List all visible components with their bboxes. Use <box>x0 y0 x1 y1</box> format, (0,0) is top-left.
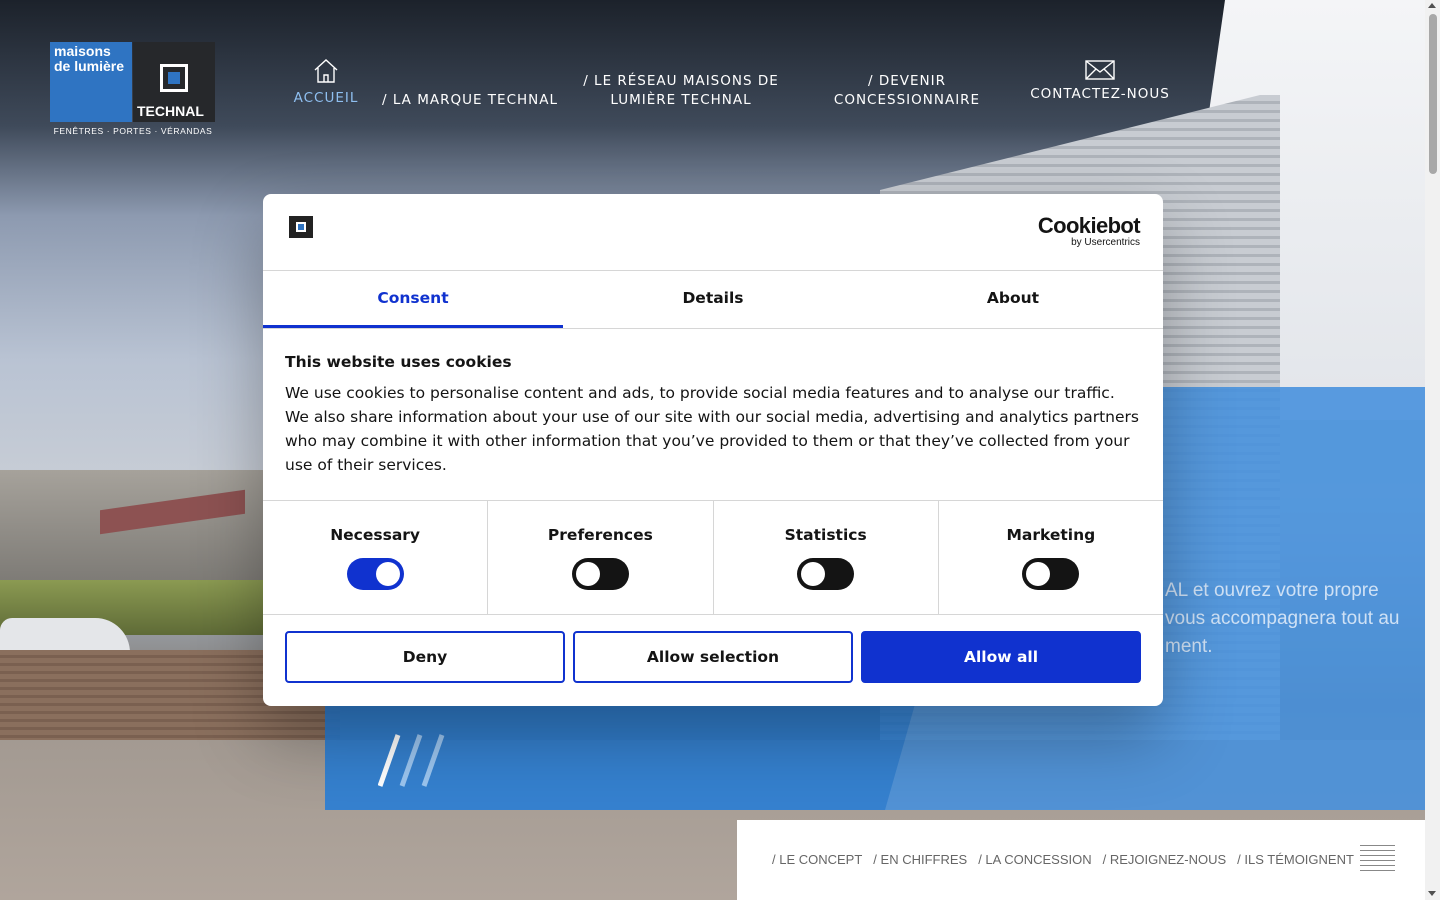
nav-label: / DEVENIR CONCESSIONNAIRE <box>833 73 981 108</box>
home-icon <box>314 59 338 83</box>
cookiebot-brand: Cookiebot <box>1037 213 1141 238</box>
statistics-toggle[interactable] <box>797 558 855 590</box>
technal-mark-icon <box>160 64 188 92</box>
nav-item-devenir-concessionnaire[interactable]: / DEVENIR CONCESSIONNAIRE <box>826 72 988 110</box>
nav-label: / LE RÉSEAU MAISONS DE LUMIÈRE TECHNAL <box>583 73 779 108</box>
mail-icon <box>1085 60 1115 80</box>
tab-details[interactable]: Details <box>563 271 863 328</box>
toggle-group-necessary: Necessary <box>263 501 489 614</box>
subnav-link-en-chiffres[interactable]: / EN CHIFFRES <box>873 852 967 867</box>
toggle-label: Preferences <box>547 526 653 544</box>
logo-line2: de lumière <box>54 58 125 74</box>
site-logo[interactable]: maisons de lumière TECHNAL FENÊTRES · PO… <box>50 42 216 138</box>
scroll-down-arrow-icon[interactable] <box>1428 891 1436 896</box>
cookiebot-brand-sub: by Usercentrics <box>1071 237 1140 248</box>
preferences-toggle[interactable] <box>571 558 629 590</box>
toggle-label: Marketing <box>1006 526 1096 544</box>
dialog-header: Cookiebot by Usercentrics <box>263 194 1163 271</box>
dialog-tabs: Consent Details About <box>263 271 1163 329</box>
allow-selection-button[interactable]: Allow selection <box>573 631 853 683</box>
nav-item-contactez-nous[interactable]: CONTACTEZ-NOUS <box>1025 59 1175 104</box>
tab-about[interactable]: About <box>863 271 1163 328</box>
hero-text-line: vous accompagnera tout au <box>1165 608 1400 629</box>
nav-label: ACCUEIL <box>293 90 359 106</box>
logo-brand: TECHNAL <box>137 103 204 119</box>
hamburger-menu-icon[interactable] <box>1360 845 1395 875</box>
consent-toggles: Necessary Preferences Statistics Marketi… <box>263 501 1163 615</box>
dialog-title: This website uses cookies <box>285 353 512 371</box>
cookiebot-logo[interactable]: Cookiebot by Usercentrics <box>1037 213 1141 249</box>
slashes-decoration <box>378 734 445 787</box>
nav-item-la-marque-technal[interactable]: / LA MARQUE TECHNAL <box>380 91 560 110</box>
tab-consent[interactable]: Consent <box>263 271 563 328</box>
scrollbar-thumb[interactable] <box>1429 14 1437 174</box>
subnav-link-ils-temoignent[interactable]: / ILS TÉMOIGNENT <box>1237 852 1354 867</box>
hero-text-line: ment. <box>1165 636 1213 657</box>
technal-logo-icon <box>289 216 313 238</box>
scroll-up-arrow-icon[interactable] <box>1428 3 1436 8</box>
subnav-link-la-concession[interactable]: / LA CONCESSION <box>978 852 1091 867</box>
hero-text-line: AL et ouvrez votre propre <box>1165 580 1379 601</box>
page-scrollbar[interactable] <box>1425 0 1440 900</box>
cookie-consent-dialog: Cookiebot by Usercentrics Consent Detail… <box>263 194 1163 706</box>
marketing-toggle[interactable] <box>1022 558 1080 590</box>
nav-item-accueil[interactable]: ACCUEIL <box>290 57 362 108</box>
dialog-buttons: Deny Allow selection Allow all <box>263 615 1163 683</box>
section-subnav: / LE CONCEPT / EN CHIFFRES / LA CONCESSI… <box>737 820 1425 900</box>
dialog-description: We use cookies to personalise content an… <box>285 384 1139 474</box>
toggle-label: Necessary <box>330 526 421 544</box>
dialog-body: This website uses cookies We use cookies… <box>263 329 1163 501</box>
subnav-link-rejoignez-nous[interactable]: / REJOIGNEZ-NOUS <box>1103 852 1227 867</box>
subnav-link-le-concept[interactable]: / LE CONCEPT <box>772 852 862 867</box>
logo-line1: maisons <box>54 43 111 59</box>
toggle-group-statistics: Statistics <box>714 501 939 614</box>
toggle-group-preferences: Preferences <box>488 501 714 614</box>
logo-tagline: FENÊTRES · PORTES · VÉRANDAS <box>53 126 213 136</box>
necessary-toggle[interactable] <box>346 558 404 590</box>
allow-all-button[interactable]: Allow all <box>861 631 1141 683</box>
toggle-label: Statistics <box>784 526 867 544</box>
hero-text: AL et ouvrez votre propre vous accompagn… <box>1165 577 1425 661</box>
toggle-group-marketing: Marketing <box>939 501 1163 614</box>
nav-item-le-reseau[interactable]: / LE RÉSEAU MAISONS DE LUMIÈRE TECHNAL <box>580 72 782 110</box>
nav-label: / LA MARQUE TECHNAL <box>382 92 558 108</box>
deny-button[interactable]: Deny <box>285 631 565 683</box>
nav-label: CONTACTEZ-NOUS <box>1030 86 1170 102</box>
